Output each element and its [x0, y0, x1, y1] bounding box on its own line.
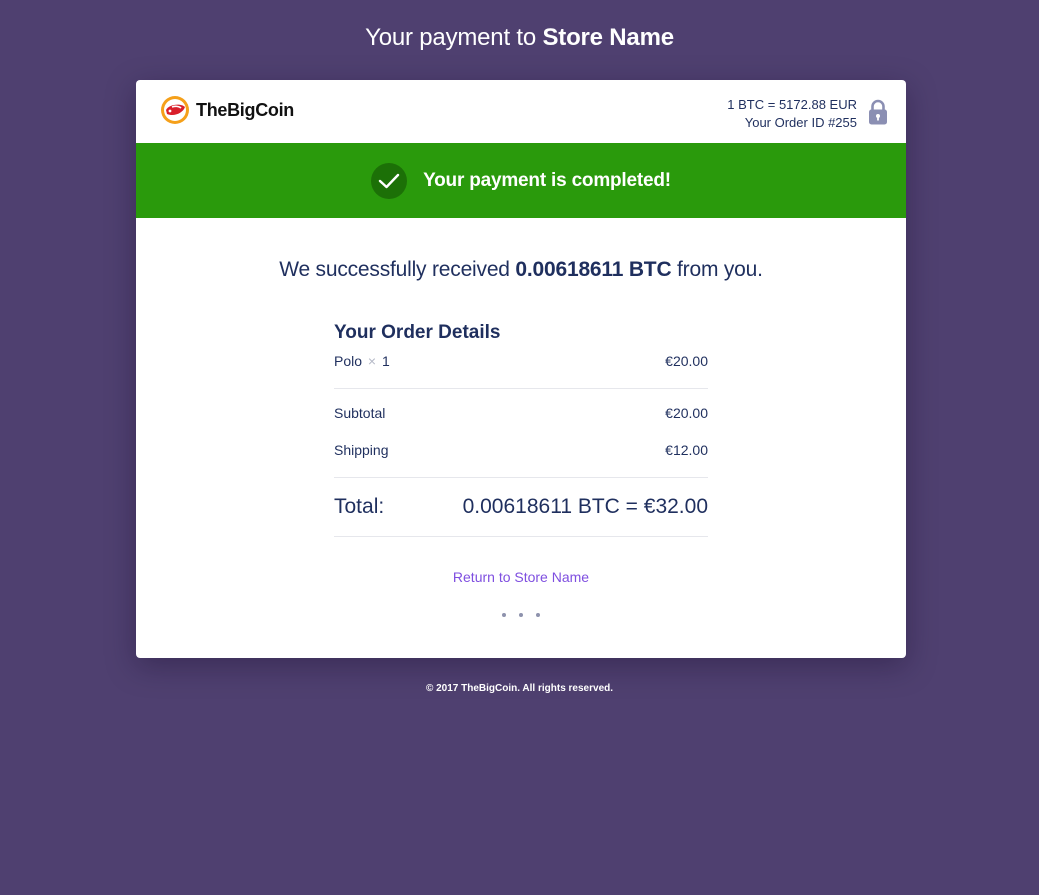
page-title: Your payment to Store Name: [0, 24, 1039, 52]
line-item-qty: 1: [382, 353, 390, 369]
order-id: Your Order ID #255: [744, 115, 857, 130]
exchange-rate: 1 BTC = 5172.88 EUR: [727, 97, 857, 112]
logo-text: TheBigCoin: [196, 99, 294, 120]
check-icon: [371, 162, 408, 199]
card-header: TheBigCoin 1 BTC = 5172.88 EUR Your Orde…: [136, 80, 906, 143]
page-title-store-name: Store Name: [542, 24, 674, 51]
dot: [536, 613, 540, 617]
payment-card: TheBigCoin 1 BTC = 5172.88 EUR Your Orde…: [136, 80, 906, 658]
total-label: Total:: [334, 495, 385, 518]
order-details-title: Your Order Details: [334, 322, 501, 343]
thebigcoin-logo[interactable]: TheBigCoin: [160, 95, 294, 125]
loading-dots: [136, 613, 906, 617]
order-line-item: Polo × 1 €20.00: [334, 352, 708, 388]
subtotal-value: €20.00: [665, 405, 708, 421]
line-item-name-qty: Polo × 1: [334, 352, 390, 388]
subtotal-label: Subtotal: [334, 405, 386, 421]
received-amount: 0.00618611 BTC: [515, 258, 672, 281]
shipping-label: Shipping: [334, 442, 389, 458]
dot: [502, 613, 506, 617]
shipping-row: Shipping €12.00: [334, 440, 708, 477]
thebigcoin-logo-icon: [161, 96, 189, 124]
lock-icon: [869, 99, 887, 125]
footer-copyright: © 2017 TheBigCoin. All rights reserved.: [425, 683, 614, 694]
subtotal-row: Subtotal €20.00: [334, 389, 708, 440]
received-suffix: from you.: [677, 258, 763, 281]
divider: [334, 536, 708, 537]
line-item-name: Polo: [334, 353, 363, 369]
payment-success-banner: Your payment is completed!: [136, 143, 906, 218]
line-item-price: €20.00: [665, 353, 708, 369]
total-row: Total: 0.00618611 BTC = €32.00: [334, 478, 708, 536]
return-to-store-link[interactable]: Return to Store Name: [136, 569, 906, 585]
success-message: Your payment is completed!: [423, 169, 671, 191]
received-prefix: We successfully received: [279, 258, 510, 281]
received-message: We successfully received 0.00618611 BTC …: [136, 258, 906, 282]
total-value: 0.00618611 BTC = €32.00: [462, 495, 708, 518]
order-meta: 1 BTC = 5172.88 EUR Your Order ID #255: [727, 96, 857, 132]
dot: [519, 613, 523, 617]
order-details: Your Order Details Polo × 1 €20.00 Subto…: [334, 320, 708, 537]
line-item-qty-separator: ×: [367, 353, 377, 369]
shipping-value: €12.00: [665, 442, 708, 458]
page-title-prefix: Your payment to: [365, 24, 537, 51]
